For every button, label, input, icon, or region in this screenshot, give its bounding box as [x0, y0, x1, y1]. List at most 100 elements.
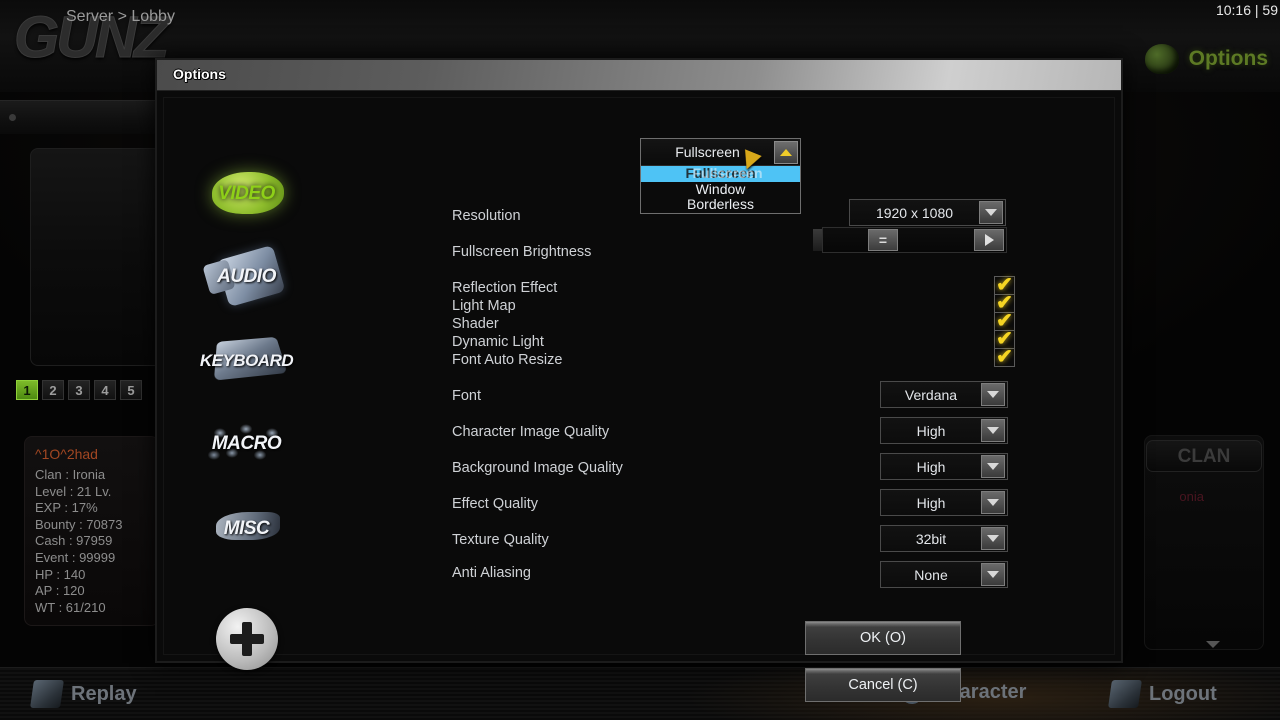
page-tab-5[interactable]: 5	[120, 380, 142, 400]
chevron-down-icon[interactable]	[981, 419, 1005, 442]
label-fullscreen-brightness: Fullscreen Brightness	[452, 244, 592, 260]
player-stat-bounty: Bounty : 70873	[35, 516, 123, 532]
font-select[interactable]: Verdana	[880, 381, 1008, 408]
check-icon: ✔	[996, 346, 1013, 368]
resolution-select[interactable]: 1920 x 1080	[849, 199, 1006, 226]
label-shader: Shader	[452, 316, 499, 332]
page-tab-2[interactable]: 2	[42, 380, 64, 400]
display-mode-option-window[interactable]: Window	[641, 181, 800, 198]
player-name: ^1O^2had	[35, 446, 98, 462]
play-arrow-icon	[984, 234, 994, 246]
ok-button[interactable]: OK (O)	[805, 621, 961, 655]
player-stat-clan: Clan : Ironia	[35, 467, 106, 482]
scroll-down-icon[interactable]	[1206, 641, 1220, 648]
character-image-quality-select[interactable]: High	[880, 417, 1008, 444]
label-dynamic-light: Dynamic Light	[452, 334, 544, 350]
player-info-panel: ^1O^2had Clan : Ironia Level : 21 Lv. EX…	[24, 436, 159, 626]
label-background-image-quality: Background Image Quality	[452, 460, 623, 476]
replay-label: Replay	[71, 682, 137, 705]
brightness-slider-handle[interactable]: =	[868, 229, 898, 251]
logout-label: Logout	[1149, 682, 1217, 705]
label-texture-quality: Texture Quality	[452, 532, 549, 548]
label-font: Font	[452, 388, 482, 404]
display-mode-option-borderless[interactable]: Borderless	[641, 197, 800, 213]
effect-quality-select[interactable]: High	[880, 489, 1008, 516]
label-resolution: Resolution	[452, 208, 521, 224]
page-tab-4[interactable]: 4	[94, 380, 116, 400]
sidebar-label-audio: AUDIO	[217, 266, 276, 287]
label-character-image-quality: Character Image Quality	[452, 424, 610, 440]
label-font-auto-resize: Font Auto Resize	[452, 352, 563, 368]
sidebar-item-audio[interactable]: AUDIO	[194, 244, 299, 308]
options-top-label: Options	[1188, 47, 1268, 70]
display-mode-option-fullscreen-label-shadow: Fullscreen	[692, 165, 763, 181]
texture-quality-select[interactable]: 32bit	[880, 525, 1008, 552]
logout-button[interactable]: Logout	[1108, 680, 1217, 708]
sidebar-item-keyboard[interactable]: KEYBOARD	[194, 330, 299, 392]
options-top-button[interactable]: Options	[1144, 44, 1268, 74]
options-dialog: Options VIDEO AUDIO KEYBOARD MACRO MISC …	[155, 58, 1123, 702]
cancel-button[interactable]: Cancel (C)	[805, 668, 961, 702]
resolution-value: 1920 x 1080	[875, 204, 954, 221]
app-root: GUNZ 10:16 | 59 Options Server > Lobby 1…	[0, 0, 1280, 720]
player-stat-exp: EXP : 17%	[35, 500, 98, 516]
page-tab-3[interactable]: 3	[68, 380, 90, 400]
clan-name-text: onia	[1179, 489, 1204, 504]
display-mode-select[interactable]: Fullscreen	[641, 139, 800, 166]
player-stat-cash: Cash : 97959	[35, 533, 113, 549]
texture-quality-value: 32bit	[915, 530, 947, 547]
page-tab-1[interactable]: 1	[16, 380, 38, 400]
anti-aliasing-select[interactable]: None	[880, 561, 1008, 588]
display-mode-option-fullscreen[interactable]: Fullscreen Fullscreen	[641, 165, 800, 182]
bottom-bar: Replay Character Logout	[0, 667, 1280, 720]
display-mode-dropdown[interactable]: Fullscreen Fullscreen Fullscreen Window …	[640, 138, 801, 214]
plus-icon	[215, 608, 278, 670]
chevron-up-icon[interactable]	[774, 140, 798, 164]
clock: 10:16 | 59	[1215, 2, 1278, 18]
label-light-map: Light Map	[452, 298, 516, 314]
sidebar-item-misc[interactable]: MISC	[194, 498, 299, 560]
character-image-quality-value: High	[916, 422, 946, 439]
label-anti-aliasing: Anti Aliasing	[452, 565, 531, 581]
effect-quality-value: High	[916, 494, 946, 511]
brain-icon	[1144, 44, 1179, 74]
chevron-down-icon[interactable]	[981, 527, 1005, 550]
label-reflection-effect: Reflection Effect	[452, 280, 558, 296]
label-effect-quality: Effect Quality	[452, 496, 538, 512]
sidebar-label-keyboard: KEYBOARD	[199, 351, 294, 370]
replay-button[interactable]: Replay	[30, 680, 137, 708]
chevron-down-icon[interactable]	[981, 383, 1005, 406]
breadcrumb-dot-icon	[9, 114, 16, 121]
player-stat-ap: AP : 120	[35, 583, 85, 599]
sidebar-label-video: VIDEO	[218, 183, 275, 204]
checkbox-font-auto-resize[interactable]: ✔	[994, 346, 1015, 368]
sidebar-label-misc: MISC	[223, 518, 270, 539]
dialog-title-bar[interactable]: Options	[157, 60, 1121, 91]
page-tabs[interactable]: 1 2 3 4 5	[16, 380, 142, 400]
chevron-down-icon[interactable]	[981, 455, 1005, 478]
background-image-quality-value: High	[916, 458, 946, 475]
sidebar-item-video[interactable]: VIDEO	[194, 163, 299, 225]
player-stat-level: Level : 21 Lv.	[35, 483, 112, 499]
replay-icon	[30, 680, 64, 708]
display-mode-option-list[interactable]: Fullscreen Fullscreen Window Borderless	[641, 165, 800, 213]
chevron-down-icon[interactable]	[979, 201, 1003, 224]
dialog-title: Options	[173, 66, 226, 82]
dialog-body: VIDEO AUDIO KEYBOARD MACRO MISC Resoluti…	[163, 97, 1115, 702]
brightness-increase-button[interactable]	[974, 229, 1004, 251]
anti-aliasing-value: None	[914, 566, 948, 583]
sidebar-item-add[interactable]	[194, 608, 299, 670]
background-image-quality-select[interactable]: High	[880, 453, 1008, 480]
chevron-down-icon[interactable]	[981, 491, 1005, 514]
font-value: Verdana	[904, 386, 958, 403]
sidebar-label-macro: MACRO	[211, 433, 282, 454]
player-stat-event: Event : 99999	[35, 549, 116, 565]
brightness-slider[interactable]: =	[822, 227, 1007, 253]
breadcrumb: Server > Lobby	[66, 8, 175, 25]
player-stat-wt: WT : 61/210	[35, 599, 106, 615]
sidebar-item-macro[interactable]: MACRO	[194, 413, 299, 475]
chevron-down-icon[interactable]	[981, 563, 1005, 586]
clan-tab[interactable]: CLAN	[1146, 440, 1262, 472]
player-stat-hp: HP : 140	[35, 566, 86, 582]
lobby-channel-list[interactable]	[30, 148, 162, 366]
